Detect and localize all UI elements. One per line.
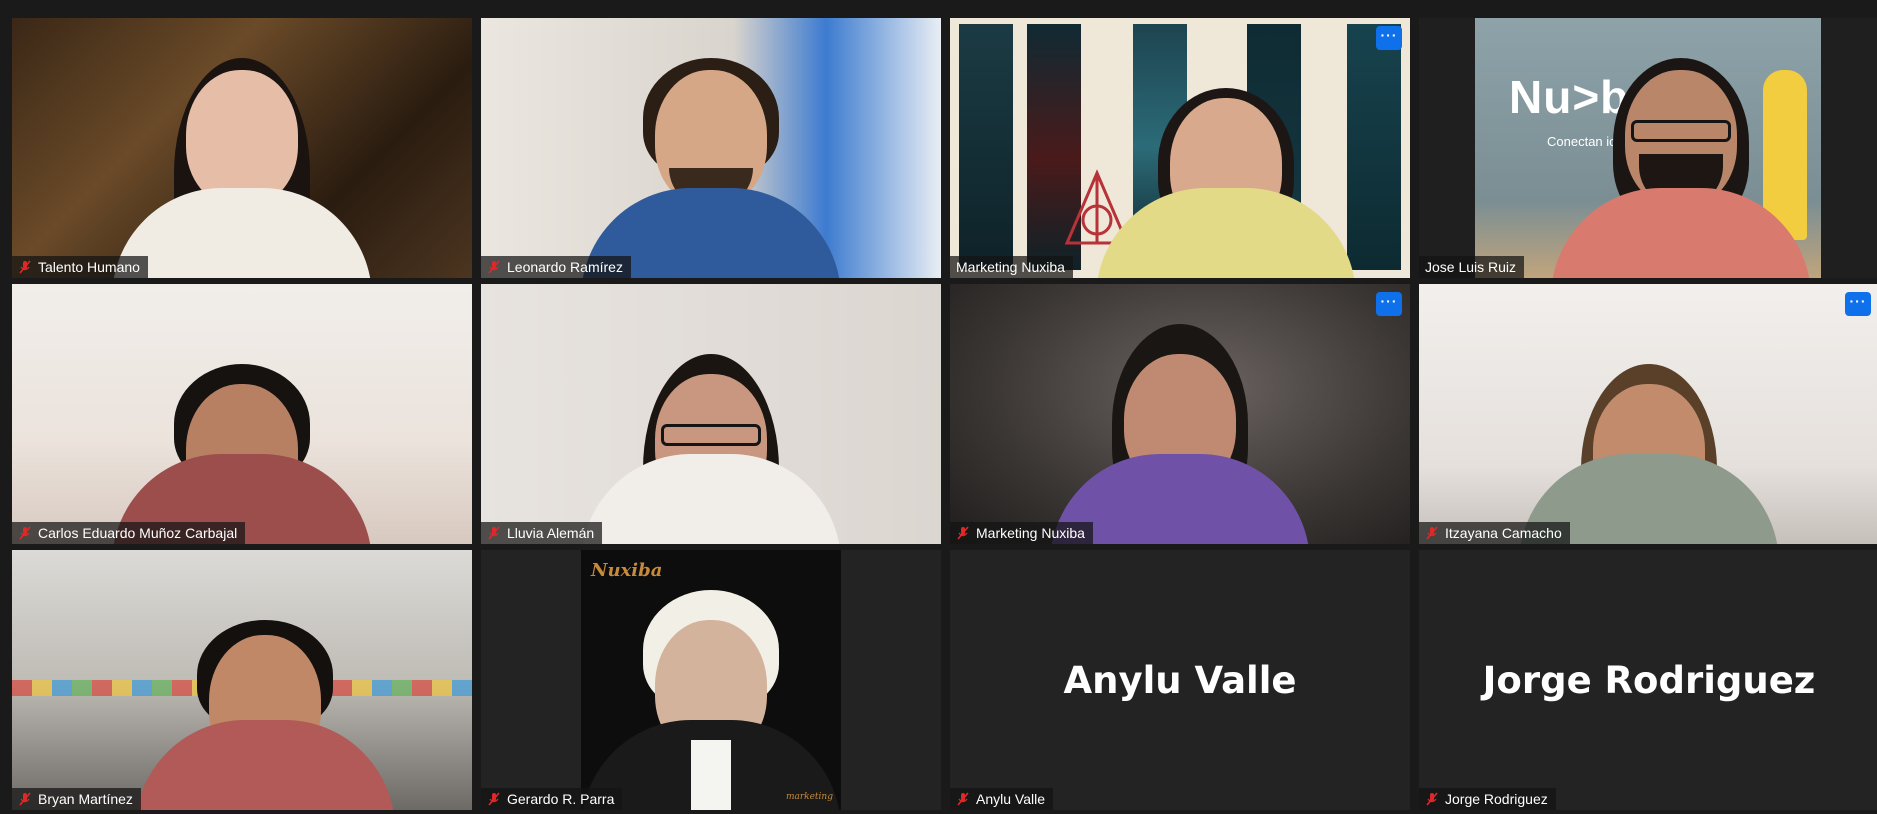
participant-name: Anylu Valle — [976, 791, 1046, 807]
participant-video — [481, 18, 941, 278]
mic-muted-icon — [488, 526, 500, 540]
participant-name: Lluvia Alemán — [507, 525, 595, 541]
participant-video: Nu>ba Conectan icio — [1419, 18, 1877, 278]
more-options-button[interactable]: ··· — [1845, 292, 1871, 316]
more-options-button[interactable]: ··· — [1376, 26, 1402, 50]
participant-name-tag: Marketing Nuxiba — [950, 522, 1093, 544]
more-options-button[interactable]: ··· — [1376, 292, 1402, 316]
mic-muted-icon — [957, 526, 969, 540]
participant-figure — [1050, 324, 1310, 544]
video-tile[interactable]: Carlos Eduardo Muñoz Carbajal — [12, 284, 472, 544]
video-tile[interactable]: Nuxiba marketing Gerardo R. Parra — [481, 550, 941, 810]
participant-figure — [581, 58, 841, 278]
participant-video — [12, 550, 472, 810]
participant-name-tag: Itzayana Camacho — [1419, 522, 1570, 544]
participant-name-tag: Bryan Martínez — [12, 788, 141, 810]
participant-figure — [1519, 324, 1779, 544]
participant-name: Talento Humano — [38, 259, 140, 275]
participant-name: Jose Luis Ruiz — [1425, 259, 1517, 275]
mic-muted-icon — [957, 792, 969, 806]
participant-video — [1419, 284, 1877, 544]
mic-muted-icon — [1426, 526, 1438, 540]
participant-name-tag: Talento Humano — [12, 256, 148, 278]
participant-display-name: Jorge Rodriguez — [1482, 658, 1816, 702]
gallery-view: Talento Humano Leonardo Ramírez ··· Mark… — [12, 18, 1877, 810]
participant-figure — [1096, 58, 1356, 278]
video-tile-video-off[interactable]: Anylu Valle Anylu Valle — [950, 550, 1410, 810]
video-tile[interactable]: Lluvia Alemán — [481, 284, 941, 544]
participant-name-tag: Marketing Nuxiba — [950, 256, 1073, 278]
participant-name: Itzayana Camacho — [1445, 525, 1562, 541]
participant-name-tag: Gerardo R. Parra — [481, 788, 623, 810]
mic-muted-icon — [1426, 792, 1438, 806]
participant-name: Marketing Nuxiba — [956, 259, 1065, 275]
participant-name-tag: Jose Luis Ruiz — [1419, 256, 1525, 278]
participant-figure — [581, 324, 841, 544]
poster-brand: Nuxiba — [591, 560, 663, 581]
participant-video — [950, 284, 1410, 544]
participant-name-tag: Lluvia Alemán — [481, 522, 603, 544]
participant-figure — [112, 324, 372, 544]
poster-figure — [581, 590, 841, 810]
video-tile[interactable]: Nu>ba Conectan icio Jose Luis Ruiz — [1419, 18, 1877, 278]
participant-name: Marketing Nuxiba — [976, 525, 1085, 541]
participant-name: Bryan Martínez — [38, 791, 133, 807]
participant-name: Jorge Rodriguez — [1445, 791, 1548, 807]
participant-figure — [135, 590, 395, 810]
profile-picture: Nuxiba marketing — [581, 550, 841, 810]
video-tile-active-speaker[interactable]: ··· Marketing Nuxiba — [950, 18, 1410, 278]
participant-name-tag: Leonardo Ramírez — [481, 256, 631, 278]
participant-video — [950, 18, 1410, 278]
participant-name: Carlos Eduardo Muñoz Carbajal — [38, 525, 238, 541]
participant-video — [12, 284, 472, 544]
participant-video — [12, 18, 472, 278]
participant-figure — [1551, 58, 1812, 278]
video-tile-video-off[interactable]: Jorge Rodriguez Jorge Rodriguez — [1419, 550, 1877, 810]
participant-figure — [112, 58, 372, 278]
video-tile[interactable]: ··· Itzayana Camacho — [1419, 284, 1877, 544]
mic-muted-icon — [19, 260, 31, 274]
mic-muted-icon — [19, 526, 31, 540]
participant-name: Gerardo R. Parra — [507, 791, 615, 807]
participant-display-name: Anylu Valle — [1063, 658, 1297, 702]
mic-muted-icon — [19, 792, 31, 806]
participant-name-tag: Carlos Eduardo Muñoz Carbajal — [12, 522, 246, 544]
participant-name: Leonardo Ramírez — [507, 259, 623, 275]
mic-muted-icon — [488, 792, 500, 806]
video-tile[interactable]: Leonardo Ramírez — [481, 18, 941, 278]
participant-name-tag: Anylu Valle — [950, 788, 1054, 810]
video-tile[interactable]: ··· Marketing Nuxiba — [950, 284, 1410, 544]
video-tile[interactable]: Bryan Martínez — [12, 550, 472, 810]
participant-video — [481, 284, 941, 544]
mic-muted-icon — [488, 260, 500, 274]
poster-tag: marketing — [785, 792, 833, 802]
participant-name-tag: Jorge Rodriguez — [1419, 788, 1556, 810]
video-tile[interactable]: Talento Humano — [12, 18, 472, 278]
